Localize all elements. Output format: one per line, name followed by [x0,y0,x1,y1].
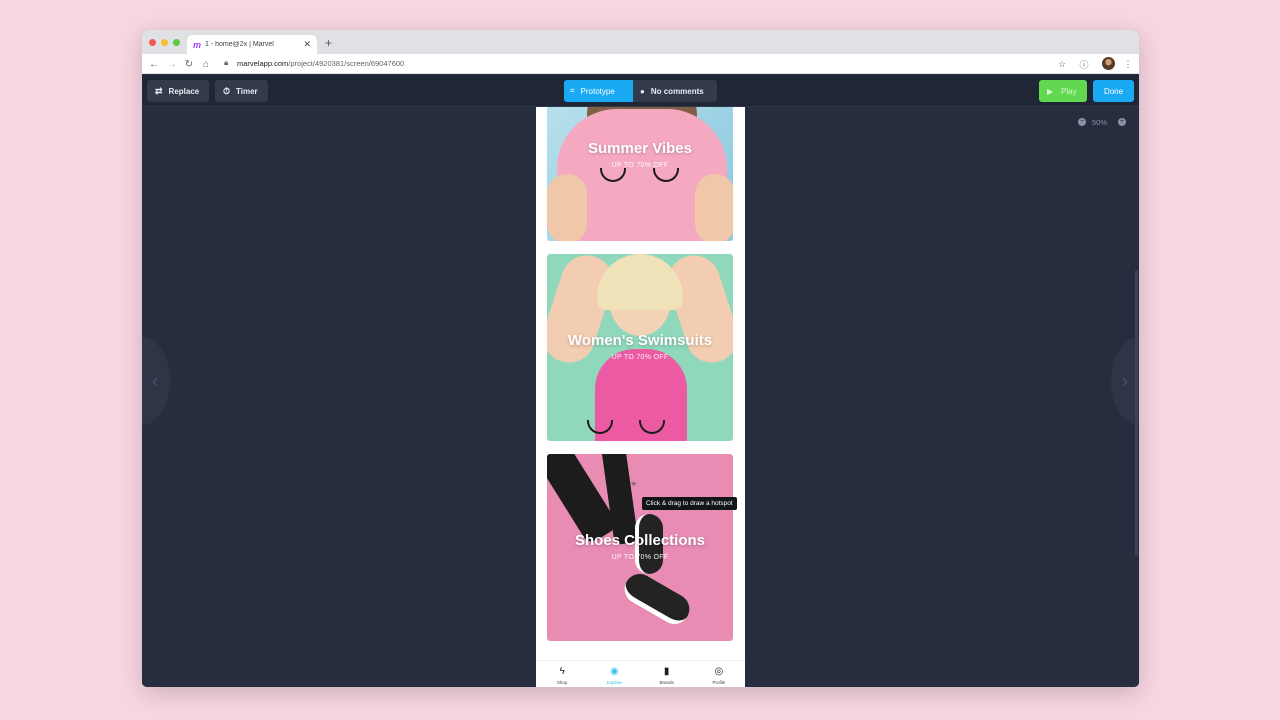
zoom-out-icon[interactable]: − [1078,118,1086,126]
more-menu-icon[interactable]: ⋮ [1121,57,1135,71]
chevron-right-icon: › [1122,370,1128,391]
nav-item-explore[interactable]: ◉ Explore [594,666,634,686]
card-subtitle: UP TO 70% OFF [611,354,669,361]
tab-title: 1 - home@2x | Marvel [205,41,274,48]
replace-button[interactable]: ⇄ Replace [147,80,209,102]
address-bar: ← → ↻ ⌂ 🔒︎ marvelapp.com/project/4920381… [142,54,1139,74]
crosshair-cursor-icon: ⌖ [631,479,637,490]
card-subtitle: UP TO 70% OFF [611,554,669,561]
nav-item-label: Profile [712,680,726,685]
browser-tab[interactable]: m 1 - home@2x | Marvel ✕ [187,35,317,54]
bolt-icon: ϟ [559,666,565,677]
browser-window: m 1 - home@2x | Marvel ✕ + ← → ↻ ⌂ 🔒︎ ma… [142,30,1139,687]
user-circle-icon: ◎ [714,666,724,677]
promo-card-swimsuits[interactable]: Women's Swimsuits UP TO 70% OFF [547,254,733,441]
tab-close-icon[interactable]: ✕ [303,39,311,50]
done-button[interactable]: Done [1093,80,1134,102]
tab-strip: m 1 - home@2x | Marvel ✕ + [142,30,1139,54]
marvel-favicon-icon: m [193,39,202,50]
back-arrow-icon[interactable]: ← [147,57,161,71]
nav-item-label: Shop [556,680,568,685]
nav-item-brands[interactable]: ▮ Brands [647,666,687,686]
hotspot-tooltip: Click & drag to draw a hotspot [642,497,737,510]
nav-item-shop[interactable]: ϟ Shop [542,666,582,686]
nav-item-label: Brands [659,680,674,685]
comments-mode-button[interactable]: ● No comments [633,80,717,102]
model-arm-image [695,174,733,241]
card-title: Summer Vibes [588,140,692,157]
close-window-button[interactable] [149,39,156,46]
bookmark-icon: ▮ [663,666,670,677]
stopwatch-icon: ⏱︎ [223,85,231,96]
card-subtitle: UP TO 70% OFF [611,162,669,169]
prototype-canvas[interactable]: − 50% + ‹ › Summer Vibes UP TO 70% OFF W… [142,107,1139,687]
prototype-mode-button[interactable]: ⌗ Prototype [564,80,633,102]
comment-bubble-icon: ● [640,86,645,96]
sneaker-image [619,568,695,630]
nav-item-profile[interactable]: ◎ Profile [699,666,739,686]
previous-screen-button[interactable]: ‹ [142,337,170,425]
zoom-level: 50% [1092,118,1108,127]
promo-card-shoes[interactable]: Shoes Collections UP TO 70% OFF [547,454,733,641]
reload-icon[interactable]: ↻ [182,57,196,71]
prototype-label: Prototype [580,86,615,96]
play-triangle-icon: ▶ [1047,86,1054,96]
swap-icon: ⇄ [155,85,163,96]
timer-button[interactable]: ⏱︎ Timer [215,80,268,102]
card-title: Women's Swimsuits [567,332,713,349]
chevron-left-icon: ‹ [152,370,158,391]
zoom-in-icon[interactable]: + [1118,118,1126,126]
card-title: Shoes Collections [574,532,706,549]
url-field[interactable]: marvelapp.com/project/4920381/screen/690… [237,59,404,68]
play-button[interactable]: ▶ Play [1039,80,1087,102]
home-icon[interactable]: ⌂ [199,57,213,71]
canvas-scrollbar[interactable] [1135,270,1138,556]
bookmark-star-icon[interactable]: ☆ [1055,57,1069,71]
comments-label: No comments [650,86,704,96]
timer-label: Timer [236,86,258,96]
profile-avatar[interactable] [1102,57,1115,70]
replace-label: Replace [168,86,200,96]
new-tab-button[interactable]: + [325,36,332,50]
model-arm-image [547,174,587,241]
nav-item-label: Explore [606,680,622,685]
promo-card-summer[interactable]: Summer Vibes UP TO 70% OFF [547,107,733,241]
phone-screen: Summer Vibes UP TO 70% OFF Women's Swims… [536,107,745,687]
url-path: /project/4920381/screen/69047600 [288,59,405,68]
extension-info-icon[interactable]: ⓘ [1077,57,1091,71]
maximize-window-button[interactable] [173,39,180,46]
eye-icon: ◉ [610,666,619,677]
play-label: Play [1061,86,1077,96]
lock-icon: 🔒︎ [224,58,229,67]
marvel-toolbar: ⇄ Replace ⏱︎ Timer ⌗ Prototype ● No comm… [142,75,1139,107]
forward-arrow-icon[interactable]: → [165,57,179,71]
crop-icon: ⌗ [570,86,575,95]
url-host: marvelapp.com [237,59,289,68]
bottom-nav: ϟ Shop ◉ Explore ▮ Brands ◎ Profile [536,660,745,687]
mode-switch: ⌗ Prototype ● No comments [564,80,717,102]
minimize-window-button[interactable] [161,39,168,46]
model-hair-image [597,254,683,310]
